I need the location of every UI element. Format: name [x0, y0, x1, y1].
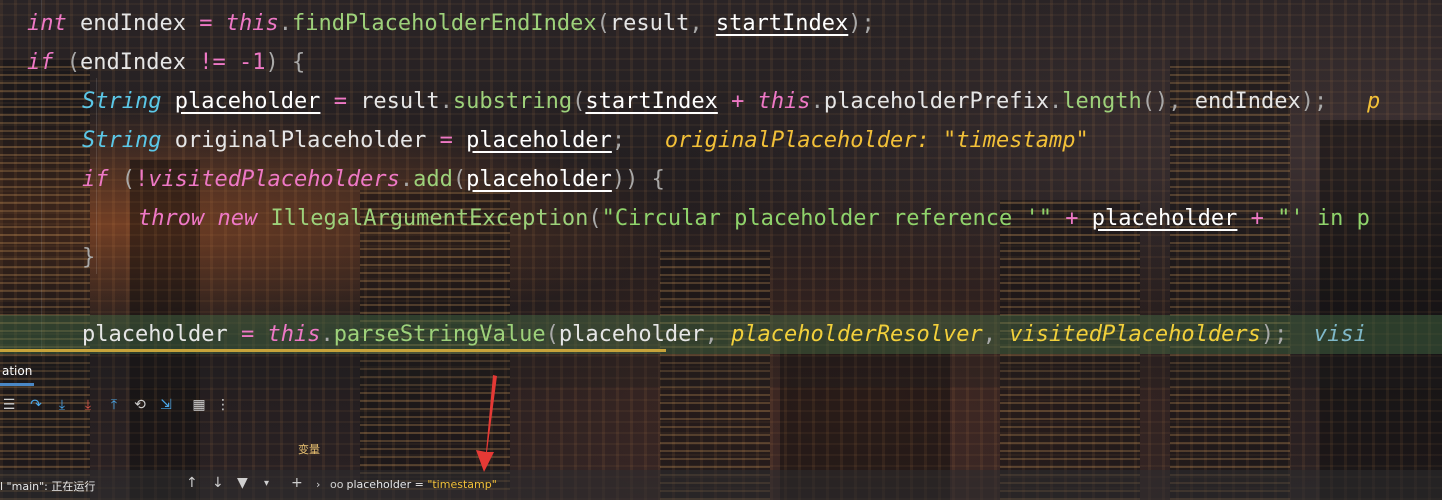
annotation-arrow [476, 375, 497, 472]
red-arrow-icon [476, 375, 497, 472]
